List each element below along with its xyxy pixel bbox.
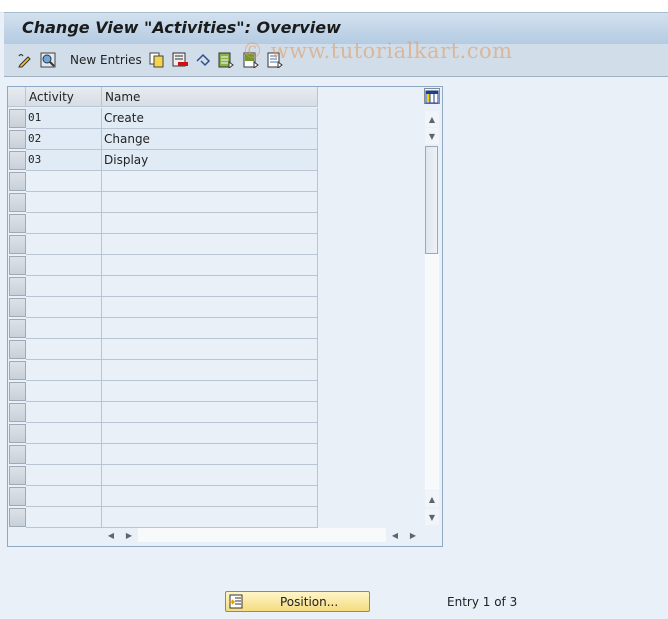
- row-selector[interactable]: [9, 382, 26, 401]
- watermark: © www.tutorialkart.com: [242, 39, 513, 63]
- cell-name[interactable]: Create: [102, 108, 318, 129]
- cell-name[interactable]: [102, 192, 318, 213]
- scroll-track[interactable]: [425, 254, 439, 490]
- display-change-icon[interactable]: [17, 52, 33, 68]
- row-selector[interactable]: [9, 130, 26, 149]
- cell-name[interactable]: [102, 234, 318, 255]
- cell-name[interactable]: [102, 360, 318, 381]
- cell-activity[interactable]: 01: [26, 108, 102, 129]
- scroll-first-column-button[interactable]: ◀: [388, 528, 402, 542]
- row-selector[interactable]: [9, 193, 26, 212]
- cell-activity[interactable]: [26, 297, 102, 318]
- cell-activity[interactable]: [26, 213, 102, 234]
- copy-icon[interactable]: [149, 52, 165, 68]
- entry-counter: Entry 1 of 3: [447, 595, 518, 609]
- cell-activity[interactable]: [26, 486, 102, 507]
- cell-name[interactable]: [102, 507, 318, 528]
- cell-name[interactable]: [102, 381, 318, 402]
- page-down-button[interactable]: ▼: [425, 509, 439, 525]
- table-control: Activity Name 01 Create 02 Change 03 Display …: [7, 86, 443, 547]
- table-config-icon: [425, 90, 439, 104]
- row-selector[interactable]: [9, 319, 26, 338]
- scroll-up-button[interactable]: ▲: [425, 111, 439, 127]
- cell-name[interactable]: [102, 339, 318, 360]
- scroll-down-button[interactable]: ▼: [425, 128, 439, 144]
- row-selector[interactable]: [9, 361, 26, 380]
- delete-icon[interactable]: [172, 52, 188, 68]
- cell-activity[interactable]: [26, 276, 102, 297]
- cell-activity[interactable]: [26, 360, 102, 381]
- position-button-label: Position...: [280, 595, 339, 609]
- position-icon: [229, 594, 243, 609]
- row-selector[interactable]: [9, 340, 26, 359]
- column-header-name[interactable]: Name: [102, 87, 318, 107]
- scroll-left-button[interactable]: ◀: [104, 528, 118, 542]
- cell-name[interactable]: [102, 171, 318, 192]
- find-icon[interactable]: [40, 52, 56, 68]
- cell-activity[interactable]: [26, 339, 102, 360]
- scroll-thumb[interactable]: [425, 146, 438, 254]
- cell-activity[interactable]: [26, 402, 102, 423]
- cell-activity[interactable]: [26, 507, 102, 528]
- scroll-last-column-button[interactable]: ▶: [406, 528, 420, 542]
- cell-activity[interactable]: 03: [26, 150, 102, 171]
- cell-name[interactable]: [102, 297, 318, 318]
- row-selector[interactable]: [9, 109, 26, 128]
- cell-activity[interactable]: [26, 255, 102, 276]
- row-selector[interactable]: [9, 172, 26, 191]
- cell-name[interactable]: [102, 423, 318, 444]
- undo-change-icon[interactable]: [195, 52, 211, 68]
- row-selector[interactable]: [9, 214, 26, 233]
- select-all-icon[interactable]: [218, 52, 234, 68]
- row-selector[interactable]: [9, 508, 26, 527]
- page-title: Change View "Activities": Overview: [22, 18, 341, 37]
- cell-name[interactable]: [102, 402, 318, 423]
- cell-name[interactable]: [102, 465, 318, 486]
- select-all-rows-corner[interactable]: [8, 87, 26, 107]
- row-selector[interactable]: [9, 403, 26, 422]
- row-selector[interactable]: [9, 151, 26, 170]
- row-selector[interactable]: [9, 277, 26, 296]
- cell-name[interactable]: [102, 255, 318, 276]
- row-selector[interactable]: [9, 298, 26, 317]
- row-selector[interactable]: [9, 256, 26, 275]
- column-header-activity[interactable]: Activity: [26, 87, 102, 107]
- cell-activity[interactable]: [26, 234, 102, 255]
- cell-name[interactable]: [102, 444, 318, 465]
- new-entries-button[interactable]: New Entries: [70, 53, 142, 67]
- cell-activity[interactable]: [26, 381, 102, 402]
- row-selector[interactable]: [9, 235, 26, 254]
- page-up-button[interactable]: ▲: [425, 491, 439, 507]
- scroll-right-button[interactable]: ▶: [122, 528, 136, 542]
- cell-activity[interactable]: [26, 318, 102, 339]
- row-selector[interactable]: [9, 424, 26, 443]
- cell-name[interactable]: Change: [102, 129, 318, 150]
- cell-name[interactable]: [102, 486, 318, 507]
- cell-activity[interactable]: [26, 465, 102, 486]
- cell-name[interactable]: [102, 213, 318, 234]
- cell-name[interactable]: Display: [102, 150, 318, 171]
- position-button[interactable]: Position...: [225, 591, 370, 612]
- cell-activity[interactable]: [26, 192, 102, 213]
- row-selector[interactable]: [9, 466, 26, 485]
- cell-name[interactable]: [102, 276, 318, 297]
- cell-activity[interactable]: [26, 423, 102, 444]
- table-settings-button[interactable]: [424, 88, 440, 104]
- cell-activity[interactable]: 02: [26, 129, 102, 150]
- horizontal-scrollbar[interactable]: [138, 528, 386, 542]
- row-selector[interactable]: [9, 487, 26, 506]
- cell-activity[interactable]: [26, 444, 102, 465]
- row-selector[interactable]: [9, 445, 26, 464]
- cell-activity[interactable]: [26, 171, 102, 192]
- cell-name[interactable]: [102, 318, 318, 339]
